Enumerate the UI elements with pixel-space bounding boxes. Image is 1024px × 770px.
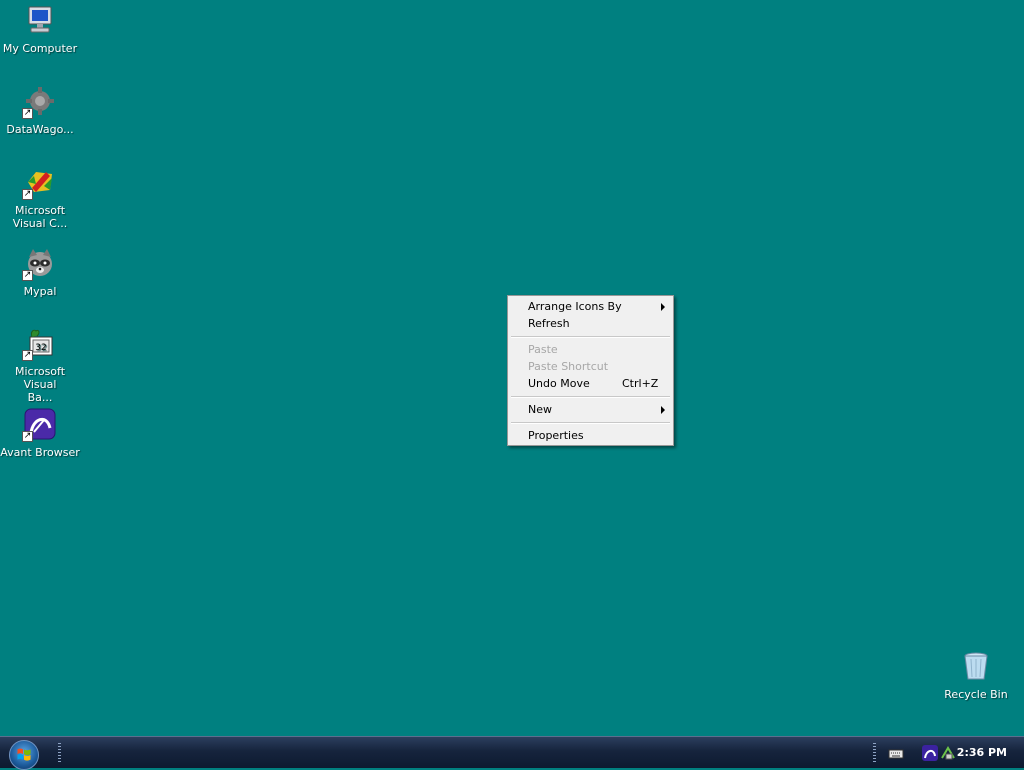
svg-text:32: 32: [35, 343, 46, 353]
avant-browser-icon: ↗: [22, 408, 56, 442]
my-computer-icon: [24, 4, 56, 36]
shortcut-arrow-icon: ↗: [22, 350, 33, 361]
taskbar-clock[interactable]: 2:36 PM: [957, 746, 1007, 759]
desktop-icon-label: My Computer: [2, 42, 78, 55]
desktop-icon-label: Recycle Bin: [944, 688, 1008, 701]
submenu-arrow-icon: [661, 406, 665, 414]
menu-item-label: New: [528, 403, 552, 416]
network-icon[interactable]: [940, 745, 956, 761]
desktop-icon-label: Microsoft Visual C...: [12, 204, 68, 230]
desktop-icon-datawagon[interactable]: ↗ DataWago...: [0, 85, 80, 136]
menu-item-paste[interactable]: Paste: [510, 341, 671, 358]
shortcut-arrow-icon: ↗: [22, 108, 33, 119]
desktop[interactable]: My Computer ↗ DataWago... ↗ Microsoft Vi…: [0, 0, 1024, 736]
menu-item-properties[interactable]: Properties: [510, 427, 671, 444]
visual-basic-icon: 32 ↗: [22, 327, 56, 361]
desktop-context-menu: Arrange Icons By Refresh Paste Paste Sho…: [507, 295, 674, 446]
desktop-icon-label: Mypal: [23, 285, 57, 298]
menu-item-label: Arrange Icons By: [528, 300, 622, 313]
menu-item-label: Undo Move: [528, 377, 590, 390]
datawagon-icon: ↗: [22, 85, 56, 119]
menu-item-label: Properties: [528, 429, 584, 442]
taskbar-grip[interactable]: [58, 743, 61, 763]
desktop-icon-recycle-bin[interactable]: Recycle Bin: [936, 650, 1016, 701]
desktop-icon-label: Microsoft Visual Ba...: [14, 365, 66, 404]
menu-item-label: Paste Shortcut: [528, 360, 609, 373]
shortcut-arrow-icon: ↗: [22, 189, 33, 200]
shortcut-arrow-icon: ↗: [22, 431, 33, 442]
start-button[interactable]: [9, 740, 39, 770]
shortcut-arrow-icon: ↗: [22, 270, 33, 281]
menu-item-shortcut: Ctrl+Z: [622, 377, 659, 390]
menu-item-paste-shortcut[interactable]: Paste Shortcut: [510, 358, 671, 375]
desktop-icon-label: Avant Browser: [0, 446, 80, 459]
desktop-icon-visual-basic[interactable]: 32 ↗ Microsoft Visual Ba...: [0, 327, 80, 404]
visual-c-icon: ↗: [22, 166, 56, 200]
submenu-arrow-icon: [661, 303, 665, 311]
menu-item-label: Paste: [528, 343, 558, 356]
menu-separator: [511, 422, 670, 424]
menu-item-refresh[interactable]: Refresh: [510, 315, 671, 332]
desktop-icon-mypal[interactable]: ↗ Mypal: [0, 247, 80, 298]
menu-item-undo-move[interactable]: Undo Move Ctrl+Z: [510, 375, 671, 392]
menu-separator: [511, 396, 670, 398]
desktop-icon-visual-c[interactable]: ↗ Microsoft Visual C...: [0, 166, 80, 230]
windows-start-orb-icon: [17, 748, 31, 761]
recycle-bin-icon: [960, 650, 992, 682]
mypal-raccoon-icon: ↗: [22, 247, 56, 281]
desktop-icon-avant-browser[interactable]: ↗ Avant Browser: [0, 408, 80, 459]
taskbar: 2:36 PM: [0, 736, 1024, 770]
avant-browser-icon[interactable]: [922, 745, 938, 761]
menu-item-label: Refresh: [528, 317, 570, 330]
keyboard-icon[interactable]: [888, 745, 904, 761]
desktop-icon-my-computer[interactable]: My Computer: [0, 4, 80, 55]
menu-item-new[interactable]: New: [510, 401, 671, 418]
menu-separator: [511, 336, 670, 338]
menu-item-arrange-icons-by[interactable]: Arrange Icons By: [510, 298, 671, 315]
system-tray: 2:36 PM: [876, 737, 1024, 768]
desktop-icon-label: DataWago...: [6, 123, 74, 136]
